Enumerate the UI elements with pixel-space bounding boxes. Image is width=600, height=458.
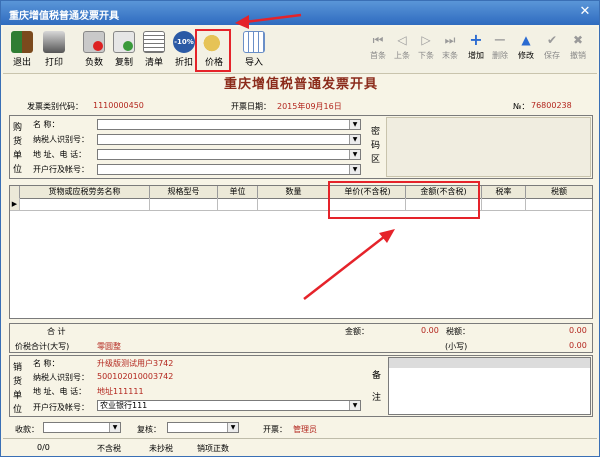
arrow-line-table (303, 232, 390, 300)
payee-label: 收款： (15, 425, 39, 434)
seller-addr-value: 地址111111 (97, 387, 144, 396)
seller-tax-value: 500102010003742 (97, 372, 174, 381)
status-count: 0/0 (37, 443, 50, 452)
arrow-line-toolbar (244, 13, 302, 24)
seller-name-label: 名 称： (33, 359, 60, 368)
remarks-label: 备注 (372, 371, 382, 403)
tax-value: 0.00 (569, 326, 587, 335)
small-value: 0.00 (569, 341, 587, 350)
chevron-down-icon: ▼ (109, 423, 120, 432)
review-label: 复核： (137, 425, 161, 434)
remarks-header-bar (389, 358, 590, 368)
payee-select[interactable]: ▼ (43, 422, 121, 433)
seller-section-label: 销货单位 (13, 363, 23, 415)
seller-bank-label: 开户行及帐号： (33, 403, 89, 412)
arrow-head-toolbar (235, 15, 249, 29)
seller-tax-label: 纳税人识别号： (33, 373, 89, 382)
amount-value: 0.00 (421, 326, 439, 335)
drawer-value: 管理员 (293, 425, 317, 434)
status-bar: 0/0 不含税 未抄税 销项正数 (3, 438, 597, 457)
seller-bank-value: 农业银行111 (100, 401, 148, 410)
status-tax-mode: 不含税 (97, 444, 121, 453)
seller-addr-label: 地 址、电 话： (33, 387, 87, 396)
chevron-down-icon: ▼ (227, 423, 238, 432)
status-copy-state: 未抄税 (149, 444, 173, 453)
drawer-label: 开票： (263, 425, 287, 434)
status-invoice-type: 销项正数 (197, 444, 229, 453)
small-label: (小写) (445, 342, 468, 351)
arrow-head-table (379, 229, 395, 243)
cap-value: 零圆整 (97, 342, 121, 351)
cap-label: 价税合计(大写) (15, 342, 70, 351)
amount-label: 金额： (345, 327, 369, 336)
sum-label: 合 计 (47, 327, 66, 336)
chevron-down-icon: ▼ (349, 401, 360, 410)
remarks-textarea[interactable] (388, 357, 591, 415)
seller-bank-select[interactable]: 农业银行111 ▼ (97, 400, 361, 411)
invoice-window: 重庆增值税普通发票开具 ✕ 退出 打印 负数 复制 清单 -10% 折扣 价格 … (0, 0, 600, 457)
review-select[interactable]: ▼ (167, 422, 239, 433)
tax-label: 税额： (446, 327, 470, 336)
seller-name-value: 升级版测试用户3742 (97, 359, 174, 368)
